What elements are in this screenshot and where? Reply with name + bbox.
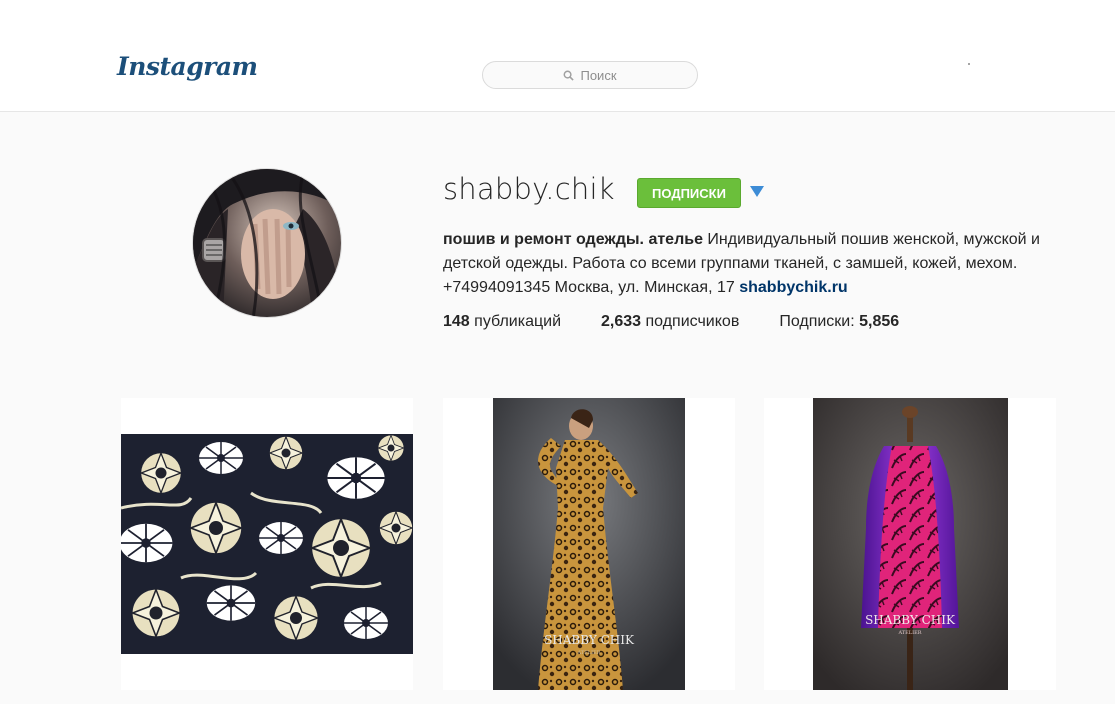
posts-stat: 148 публикаций — [443, 313, 561, 331]
search-input[interactable]: Поиск — [482, 61, 698, 89]
profile-stats: 148 публикаций 2,633 подписчиков Подписк… — [443, 313, 939, 331]
post-watermark-sub: ATELIER — [897, 630, 921, 636]
post-thumbnail-pink-dress[interactable]: SHABBY CHIK ATELIER — [764, 398, 1056, 690]
following-label: Подписки: — [779, 313, 860, 330]
bio-title: пошив и ремонт одежды. ателье — [443, 231, 703, 248]
profile-avatar — [192, 168, 342, 318]
search-icon — [564, 70, 575, 81]
profile-bio: пошив и ремонт одежды. ателье Индивидуал… — [443, 228, 1043, 300]
post-thumbnail-floral-fabric[interactable] — [121, 398, 413, 690]
post-watermark: SHABBY CHIK — [865, 613, 956, 627]
following-button[interactable]: ПОДПИСКИ — [637, 178, 741, 208]
followers-count: 2,633 — [601, 313, 642, 330]
followers-stat[interactable]: 2,633 подписчиков — [601, 313, 739, 331]
post-watermark: SHABBY CHIK — [544, 633, 635, 647]
following-stat[interactable]: Подписки: 5,856 — [779, 313, 899, 331]
following-count: 5,856 — [859, 313, 900, 330]
website-link[interactable]: shabbychik.ru — [739, 279, 847, 296]
search-placeholder: Поиск — [580, 67, 617, 83]
posts-count: 148 — [443, 313, 470, 330]
post-watermark-sub: ATELIER — [576, 650, 600, 656]
top-navigation-bar: Instagram Поиск — [0, 0, 1115, 112]
instagram-logo[interactable]: Instagram — [117, 52, 258, 81]
profile-username: shabby.chik — [443, 172, 615, 206]
posts-label: публикаций — [469, 313, 561, 330]
post-thumbnail-leopard-dress[interactable]: SHABBY CHIK ATELIER — [443, 398, 735, 690]
header-dot — [968, 63, 970, 65]
dropdown-arrow-icon[interactable] — [750, 186, 764, 197]
followers-label: подписчиков — [641, 313, 740, 330]
